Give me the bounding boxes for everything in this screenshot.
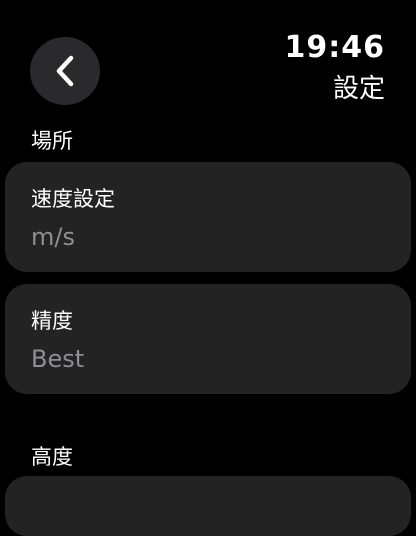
page-title: 設定	[332, 74, 385, 104]
clock-time: 19:46	[284, 30, 385, 65]
speed-setting-label: 速度設定	[31, 187, 115, 211]
accuracy-label: 精度	[31, 309, 73, 333]
section-header-location: 場所	[31, 129, 73, 153]
section-header-altitude: 高度	[31, 445, 73, 469]
speed-setting-value: m/s	[31, 223, 75, 251]
list-item-altitude[interactable]	[5, 476, 411, 536]
back-button[interactable]	[30, 37, 100, 105]
chevron-left-icon	[53, 54, 77, 88]
list-item-speed-setting[interactable]: 速度設定 m/s	[5, 162, 411, 272]
accuracy-value: Best	[31, 345, 85, 373]
list-item-accuracy[interactable]: 精度 Best	[5, 284, 411, 394]
